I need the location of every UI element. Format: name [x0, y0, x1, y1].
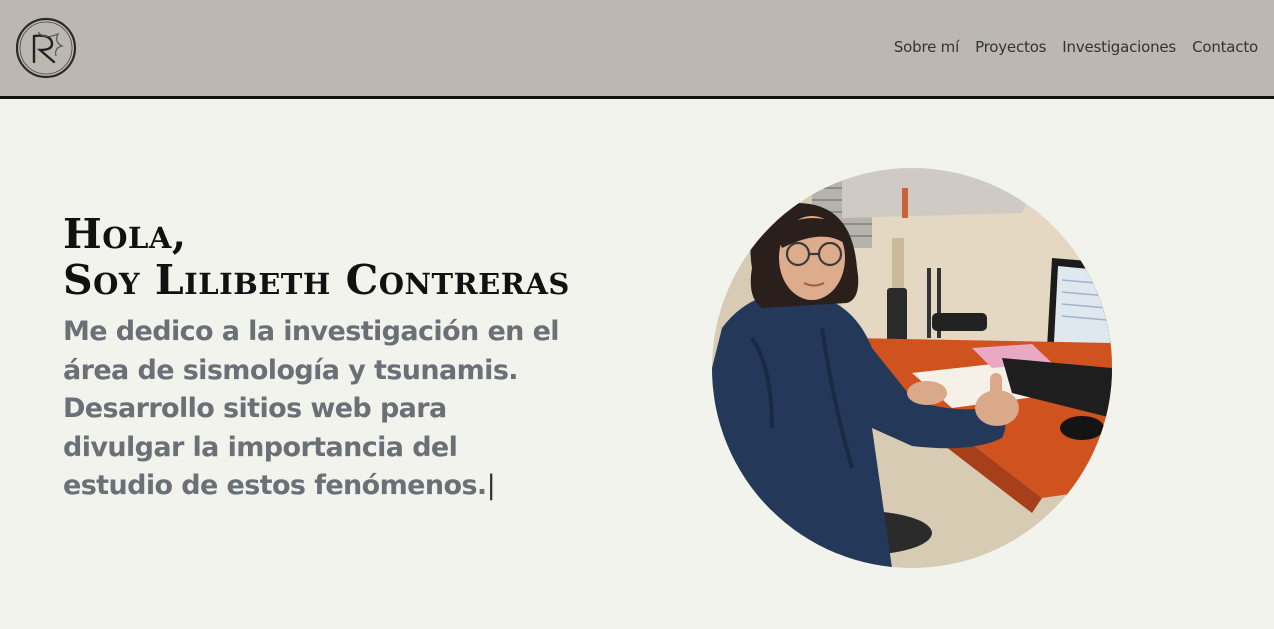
main-nav: Sobre mí Proyectos Investigaciones Conta… [894, 38, 1258, 56]
nav-link-proyectos[interactable]: Proyectos [975, 38, 1046, 56]
nav-link-investigaciones[interactable]: Investigaciones [1062, 38, 1176, 56]
intro-line-4: divulgar la importancia del [63, 431, 458, 463]
hero-intro-text: Me dedico a la investigación en el área … [63, 313, 583, 506]
intro-line-5: estudio de estos fenómenos. [63, 470, 487, 501]
hero-greeting: Hola, Soy Lilibeth Contreras [63, 211, 570, 303]
typing-cursor: | [486, 470, 496, 501]
greeting-line-1: Hola, [63, 210, 187, 258]
profile-photo [712, 168, 1112, 568]
intro-line-2: área de sismología y tsunamis. [63, 354, 519, 386]
nav-link-sobre-mi[interactable]: Sobre mí [894, 38, 959, 56]
intro-line-3: Desarrollo sitios web para [63, 393, 447, 424]
navbar: Sobre mí Proyectos Investigaciones Conta… [0, 0, 1274, 99]
intro-line-1: Me dedico a la investigación en el [63, 316, 560, 347]
logo-icon[interactable] [14, 16, 78, 80]
hero-section: Hola, Soy Lilibeth Contreras Me dedico a… [0, 99, 1274, 629]
nav-link-contacto[interactable]: Contacto [1192, 38, 1258, 56]
greeting-line-2: Soy Lilibeth Contreras [63, 256, 570, 304]
